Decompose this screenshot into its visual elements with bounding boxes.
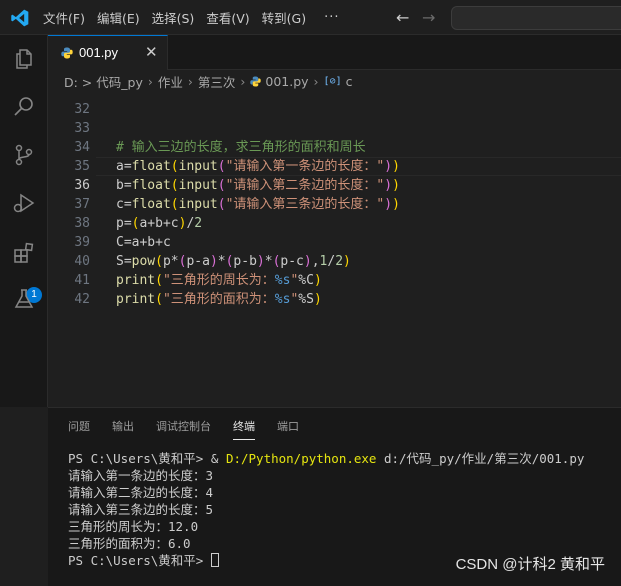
terminal-exe: D:/Python/python.exe xyxy=(225,451,377,466)
terminal[interactable]: PS C:\Users\黄和平> & D:/Python/python.exe … xyxy=(68,450,584,569)
code-line: 37 p=(a+b+c)/2 xyxy=(48,176,621,231)
code-line: 41 print("三角形的面积为：%s"%S) xyxy=(48,252,621,307)
terminal-prompt: PS C:\Users\黄和平> xyxy=(68,553,204,568)
code-line: 34 a=float(input("请输入第一条边的长度：")) xyxy=(48,119,621,174)
code-line: 33 # 输入三边的长度，求三角形的面积和周长 xyxy=(48,100,621,155)
code-line: 39 S=pow(p*(p-a)*(p-b)*(p-c),1/2) xyxy=(48,214,621,269)
panel-tabs: 问题 输出 调试控制台 终端 端口 xyxy=(68,418,321,440)
menu-bar: 文件(F) 编辑(E) 选择(S) 查看(V) 转到(G) ··· xyxy=(43,0,339,35)
tab-ports[interactable]: 端口 xyxy=(277,418,299,440)
flask-icon[interactable] xyxy=(12,287,36,311)
menu-more-button[interactable]: ··· xyxy=(324,10,339,25)
terminal-output-line: 请输入第二条边的长度：4 xyxy=(68,485,214,500)
chevron-right-icon: › xyxy=(147,73,153,89)
terminal-script-path: d:/代码_py/作业/第三次/001.py xyxy=(383,451,585,466)
vscode-logo-icon xyxy=(11,9,29,27)
run-debug-icon[interactable] xyxy=(12,191,36,215)
terminal-output-line: 请输入第三条边的长度：5 xyxy=(68,502,214,517)
code-line-active: 36 c=float(input("请输入第三条边的长度：")) xyxy=(48,157,621,212)
code-line: 32 xyxy=(48,92,621,117)
menu-go[interactable]: 转到(G) xyxy=(262,8,306,27)
forward-arrow-icon[interactable]: → xyxy=(422,8,435,27)
chevron-right-icon: › xyxy=(240,73,246,89)
code-line: 42 xyxy=(48,271,621,307)
breadcrumb-root[interactable]: D: > 代码_py xyxy=(64,72,143,91)
terminal-command-line: PS C:\Users\黄和平> & D:/Python/python.exe … xyxy=(68,450,584,467)
chevron-right-icon: › xyxy=(313,73,319,89)
terminal-output-line: 三角形的面积为：6.0 xyxy=(68,536,191,551)
breadcrumb-file[interactable]: 001.py xyxy=(265,74,308,89)
python-file-icon xyxy=(61,47,73,59)
menu-edit[interactable]: 编辑(E) xyxy=(97,8,140,27)
tab-001-py[interactable]: 001.py ✕ xyxy=(48,35,168,70)
source-control-icon[interactable] xyxy=(12,143,36,167)
python-file-icon xyxy=(250,75,262,87)
code-line: 35 b=float(input("请输入第二条边的长度：")) xyxy=(48,138,621,193)
files-icon[interactable] xyxy=(12,47,36,71)
variable-icon: [⊘] xyxy=(323,75,342,87)
tab-debug-console[interactable]: 调试控制台 xyxy=(156,418,211,440)
tab-problems[interactable]: 问题 xyxy=(68,418,90,440)
search-icon[interactable] xyxy=(12,95,36,119)
code-text: print("三角形的面积为：%s"%S) xyxy=(116,292,322,307)
terminal-prompt: PS C:\Users\黄和平> xyxy=(68,451,204,466)
back-arrow-icon[interactable]: ← xyxy=(396,8,409,27)
command-center-search[interactable] xyxy=(451,6,621,30)
terminal-amp: & xyxy=(210,451,219,466)
menu-view[interactable]: 查看(V) xyxy=(206,8,249,27)
menu-selection[interactable]: 选择(S) xyxy=(152,8,195,27)
activity-bar: 1 xyxy=(0,35,48,407)
editor-tab-bar: 001.py ✕ xyxy=(48,35,621,70)
close-icon[interactable]: ✕ xyxy=(145,43,158,61)
breadcrumb-symbol[interactable]: c xyxy=(346,74,353,89)
tab-output[interactable]: 输出 xyxy=(112,418,134,440)
breadcrumb-folder-homework[interactable]: 作业 xyxy=(158,72,183,91)
title-bar: 文件(F) 编辑(E) 选择(S) 查看(V) 转到(G) ··· ← → xyxy=(0,0,621,35)
watermark: CSDN @计科2 黄和平 xyxy=(455,556,605,573)
menu-file[interactable]: 文件(F) xyxy=(43,8,85,27)
code-editor[interactable]: 32 33 # 输入三边的长度，求三角形的面积和周长 34 a=float(in… xyxy=(48,92,621,407)
terminal-cursor xyxy=(210,553,219,567)
extensions-icon[interactable] xyxy=(12,241,36,265)
chevron-right-icon: › xyxy=(187,73,193,89)
terminal-output-line: 请输入第一条边的长度：3 xyxy=(68,468,214,483)
code-line: 38 C=a+b+c xyxy=(48,195,621,250)
line-number: 42 xyxy=(74,292,90,307)
code-line: 40 print("三角形的周长为：%s"%C) xyxy=(48,233,621,288)
tab-terminal[interactable]: 终端 xyxy=(233,418,255,440)
tab-label: 001.py xyxy=(79,45,119,60)
breadcrumb-folder-third[interactable]: 第三次 xyxy=(198,72,236,91)
breadcrumb: D: > 代码_py › 作业 › 第三次 › 001.py › [⊘] c xyxy=(48,70,621,92)
terminal-output-line: 三角形的周长为：12.0 xyxy=(68,519,199,534)
bottom-panel: 问题 输出 调试控制台 终端 端口 PS C:\Users\黄和平> & D:/… xyxy=(48,407,621,586)
